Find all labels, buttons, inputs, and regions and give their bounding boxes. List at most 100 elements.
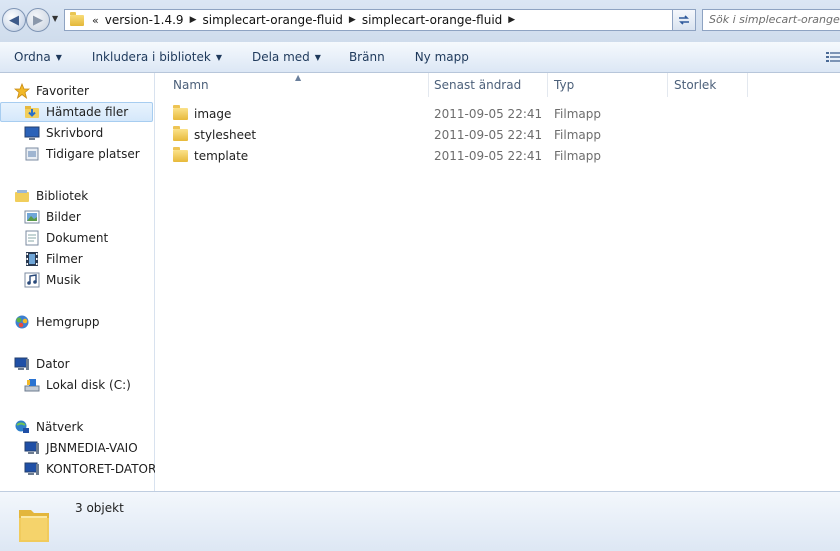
recent-locations-glyph[interactable]: « — [92, 14, 99, 27]
column-header-type[interactable]: Typ — [548, 73, 668, 97]
computer-icon — [24, 462, 39, 475]
desktop-icon — [24, 126, 40, 140]
address-bar-area: ◀ ▶ ▼ « version-1.4.9 ▶ simplecart-orang… — [0, 0, 840, 42]
file-name: stylesheet — [194, 127, 257, 142]
film-icon — [26, 252, 38, 266]
new-folder-button[interactable]: Ny mapp — [415, 50, 469, 64]
nav-libraries[interactable]: Bibliotek — [14, 186, 88, 206]
refresh-button[interactable] — [672, 9, 696, 31]
column-header-size[interactable]: Storlek — [668, 73, 748, 97]
command-bar: Ordna ▼ Inkludera i bibliotek ▼ Dela med ▼ … — [0, 42, 840, 73]
file-name: image — [194, 106, 232, 121]
chevron-down-icon: ▼ — [314, 53, 321, 62]
forward-button[interactable]: ▶ — [26, 8, 50, 32]
breadcrumb-separator-icon[interactable]: ▶ — [508, 15, 515, 25]
file-date: 2011-09-05 22:41 — [434, 106, 543, 121]
folder-icon — [173, 104, 188, 120]
include-library-label: Inkludera i bibliotek — [91, 50, 211, 64]
column-header-name-label: Namn — [173, 78, 209, 92]
chevron-down-icon: ▼ — [215, 53, 222, 62]
nav-documents-label: Dokument — [46, 231, 109, 245]
file-type: Filmapp — [554, 127, 601, 142]
nav-recent-places[interactable]: Tidigare platser — [24, 144, 140, 164]
recent-places-icon — [25, 147, 39, 161]
organize-label: Ordna — [14, 50, 51, 64]
computer-icon — [24, 441, 39, 454]
file-name-cell[interactable]: template — [173, 145, 248, 166]
nav-videos-label: Filmer — [46, 252, 83, 266]
nav-documents[interactable]: Dokument — [24, 228, 108, 248]
file-name-cell[interactable]: stylesheet — [173, 124, 256, 145]
hard-drive-icon — [24, 379, 40, 392]
nav-pictures-label: Bilder — [46, 210, 81, 224]
nav-desktop[interactable]: Skrivbord — [24, 123, 103, 143]
nav-desktop-label: Skrivbord — [46, 126, 104, 140]
downloads-folder-icon — [25, 106, 39, 118]
nav-homegroup[interactable]: Hemgrupp — [14, 312, 100, 332]
organize-menu-button[interactable]: Ordna ▼ — [14, 50, 62, 64]
file-row[interactable]: template 2011-09-05 22:41 Filmapp — [155, 145, 840, 166]
file-list: Namn ▲ Senast ändrad Typ Storlek image 2… — [155, 73, 840, 491]
folder-icon — [173, 125, 188, 141]
nav-network-pc-1-label: JBNMEDIA-VAIO — [46, 441, 138, 455]
breadcrumb-separator-icon[interactable]: ▶ — [349, 15, 356, 25]
chevron-down-icon: ▼ — [52, 14, 59, 23]
share-with-label: Dela med — [251, 50, 310, 64]
file-type: Filmapp — [554, 148, 601, 163]
column-header-size-label: Storlek — [674, 78, 717, 92]
nav-libraries-label: Bibliotek — [36, 189, 89, 203]
nav-computer[interactable]: Dator — [14, 354, 70, 374]
nav-downloads[interactable]: Hämtade filer — [0, 102, 153, 122]
folder-icon — [70, 11, 84, 26]
nav-network-label: Nätverk — [36, 420, 84, 434]
column-header-modified[interactable]: Senast ändrad — [428, 73, 548, 97]
nav-music[interactable]: Musik — [24, 270, 81, 290]
nav-network[interactable]: Nätverk — [14, 417, 83, 437]
refresh-icon — [679, 15, 689, 25]
nav-videos[interactable]: Filmer — [24, 249, 83, 269]
column-header-type-label: Typ — [554, 78, 575, 92]
arrow-left-icon: ◀ — [9, 12, 19, 28]
nav-homegroup-label: Hemgrupp — [36, 315, 100, 329]
share-with-menu-button[interactable]: Dela med ▼ — [252, 50, 321, 64]
nav-local-disk[interactable]: Lokal disk (C:) — [24, 375, 131, 395]
nav-recent-places-label: Tidigare platser — [46, 147, 140, 161]
file-date: 2011-09-05 22:41 — [434, 127, 543, 142]
column-header-modified-label: Senast ändrad — [434, 78, 522, 92]
file-name: template — [194, 148, 249, 163]
file-type: Filmapp — [554, 106, 601, 121]
item-count: 3 objekt — [75, 501, 124, 515]
nav-favorites[interactable]: Favoriter — [14, 81, 89, 101]
nav-network-pc-2[interactable]: KONTORET-DATOR — [24, 459, 156, 479]
back-button[interactable]: ◀ — [2, 8, 26, 32]
nav-pictures[interactable]: Bilder — [24, 207, 81, 227]
file-date: 2011-09-05 22:41 — [434, 148, 543, 163]
breadcrumb-item[interactable]: simplecart-orange-fluid — [202, 13, 342, 27]
file-row[interactable]: image 2011-09-05 22:41 Filmapp — [155, 103, 840, 124]
breadcrumb-item[interactable]: version-1.4.9 — [105, 13, 184, 27]
address-field[interactable]: « version-1.4.9 ▶ simplecart-orange-flui… — [64, 9, 696, 31]
pictures-icon — [24, 210, 40, 224]
chevron-down-icon: ▼ — [55, 53, 62, 62]
navigation-pane: Favoriter Hämtade filer Skrivbord Tidiga… — [0, 73, 156, 491]
burn-button[interactable]: Bränn — [349, 50, 385, 64]
file-row[interactable]: stylesheet 2011-09-05 22:41 Filmapp — [155, 124, 840, 145]
nav-music-label: Musik — [46, 273, 81, 287]
nav-network-pc-1[interactable]: JBNMEDIA-VAIO — [24, 438, 138, 458]
nav-downloads-label: Hämtade filer — [46, 105, 129, 119]
nav-local-disk-label: Lokal disk (C:) — [46, 378, 131, 392]
include-library-menu-button[interactable]: Inkludera i bibliotek ▼ — [92, 50, 222, 64]
recent-pages-dropdown[interactable]: ▼ — [52, 14, 58, 23]
music-icon — [24, 272, 40, 288]
sort-ascending-icon: ▲ — [295, 73, 302, 82]
homegroup-icon — [15, 315, 29, 329]
breadcrumb-separator-icon[interactable]: ▶ — [190, 15, 197, 25]
breadcrumb-item[interactable]: simplecart-orange-fluid — [362, 13, 502, 27]
nav-network-pc-2-label: KONTORET-DATOR — [46, 462, 157, 476]
folder-icon — [19, 510, 49, 542]
view-options-icon[interactable] — [826, 51, 840, 63]
details-pane: 3 objekt — [0, 491, 840, 551]
search-input[interactable]: Sök i simplecart-orange-fluid — [702, 9, 840, 31]
file-name-cell[interactable]: image — [173, 103, 231, 124]
star-icon — [14, 83, 30, 99]
